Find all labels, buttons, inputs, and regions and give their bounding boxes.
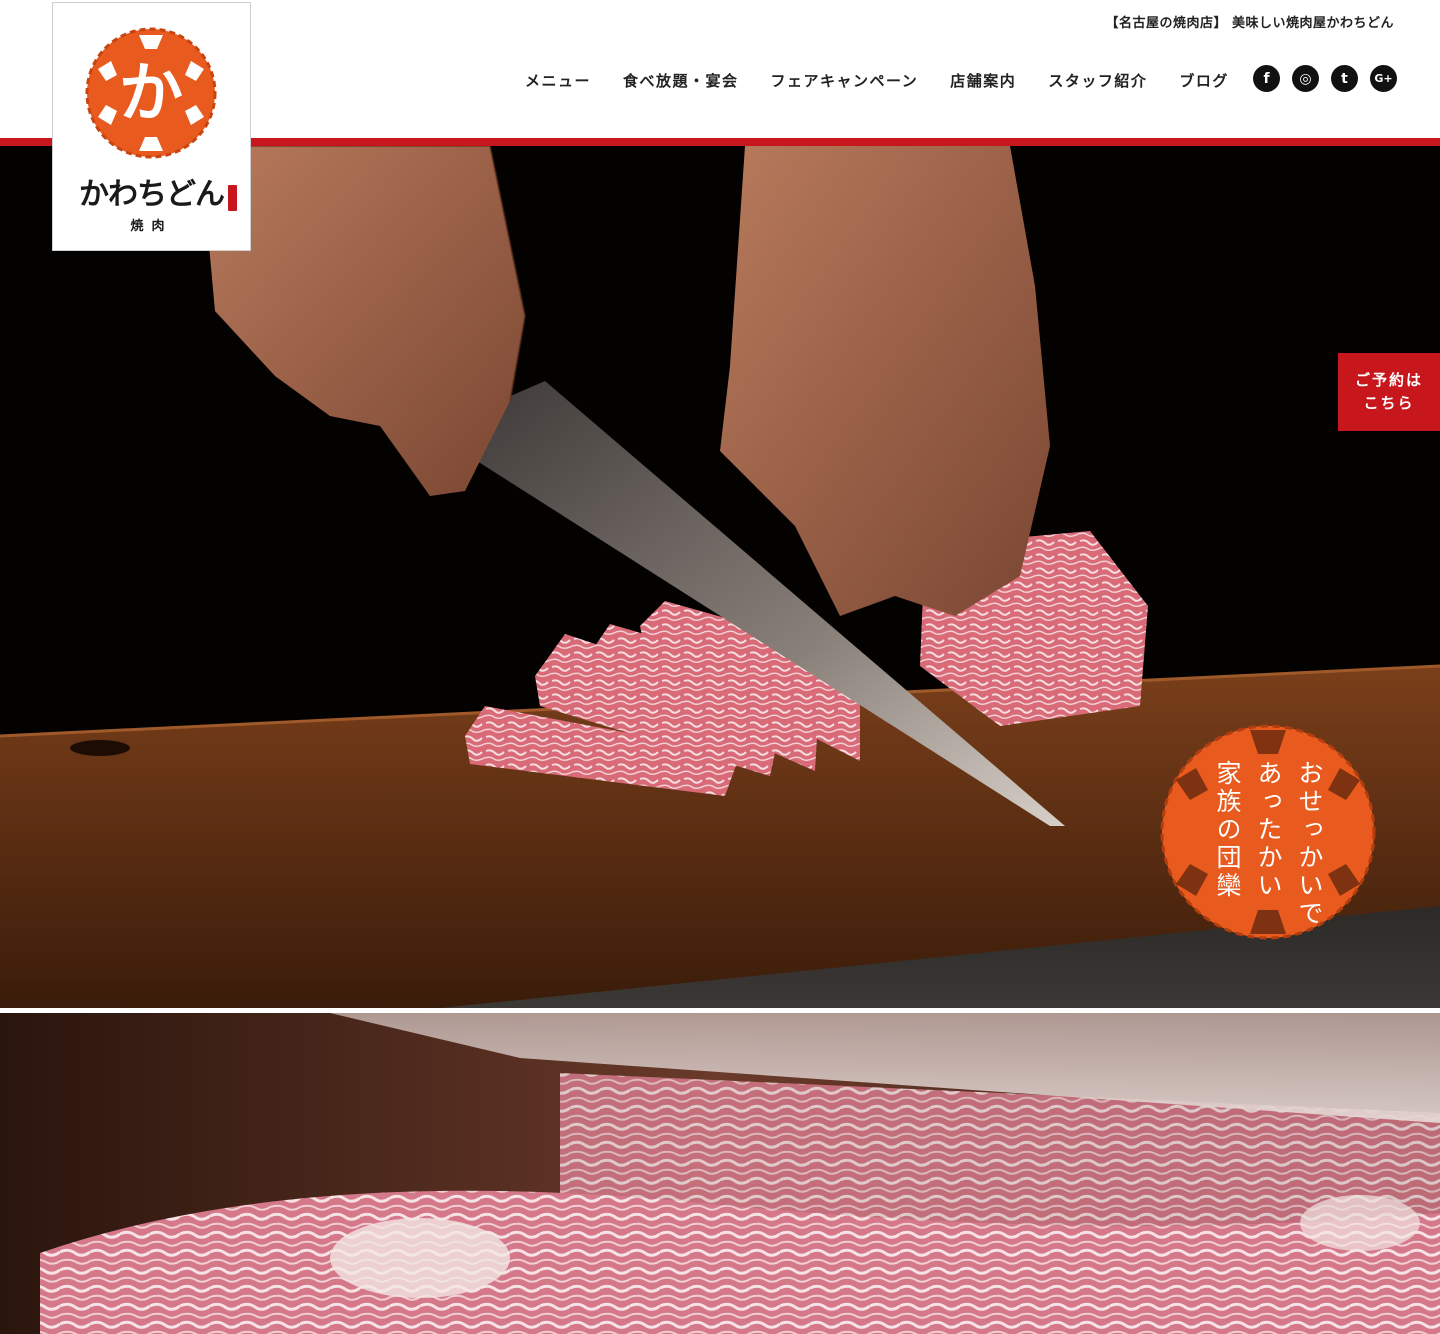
svg-text:か: か	[119, 56, 183, 131]
reservation-line2: こちら	[1363, 394, 1415, 412]
nav-item-staff[interactable]: スタッフ紹介	[1048, 70, 1147, 94]
instagram-icon[interactable]: ◎	[1292, 65, 1319, 92]
logo-subtitle: 焼肉	[130, 219, 173, 234]
logo-seal	[228, 185, 237, 211]
reservation-button[interactable]: ご予約は こちら	[1338, 353, 1440, 431]
facebook-icon[interactable]: f	[1253, 65, 1280, 92]
second-photo	[0, 1013, 1440, 1334]
nav-item-blog[interactable]: ブログ	[1179, 70, 1229, 94]
reservation-line1: ご予約は	[1354, 371, 1423, 389]
main-nav: メニュー 食べ放題・宴会 フェアキャンペーン 店舗案内 スタッフ紹介 ブログ	[525, 70, 1229, 94]
slogan-stamp: おせっかいで あったかい 家族の団欒	[1158, 722, 1378, 942]
meat-closeup-photo	[0, 1013, 1440, 1334]
social-links: f ◎ t G+	[1253, 65, 1397, 92]
site-logo[interactable]: か かわちどん 焼肉	[52, 2, 251, 251]
nav-item-store-info[interactable]: 店舗案内	[950, 70, 1016, 94]
slogan-line-3: 家族の団欒	[1213, 760, 1242, 900]
google-plus-icon[interactable]: G+	[1370, 65, 1397, 92]
slogan-line-1: おせっかいで	[1295, 760, 1324, 928]
nav-item-all-you-can-eat[interactable]: 食べ放題・宴会	[623, 70, 739, 94]
slogan-line-2: あったかい	[1254, 760, 1283, 900]
nav-item-campaign[interactable]: フェアキャンペーン	[771, 70, 919, 94]
twitter-icon[interactable]: t	[1331, 65, 1358, 92]
nav-item-menu[interactable]: メニュー	[525, 70, 591, 94]
site-tagline: 【名古屋の焼肉店】 美味しい焼肉屋かわちどん	[1105, 16, 1394, 31]
logo-brand-name: かわちどん	[79, 177, 225, 212]
